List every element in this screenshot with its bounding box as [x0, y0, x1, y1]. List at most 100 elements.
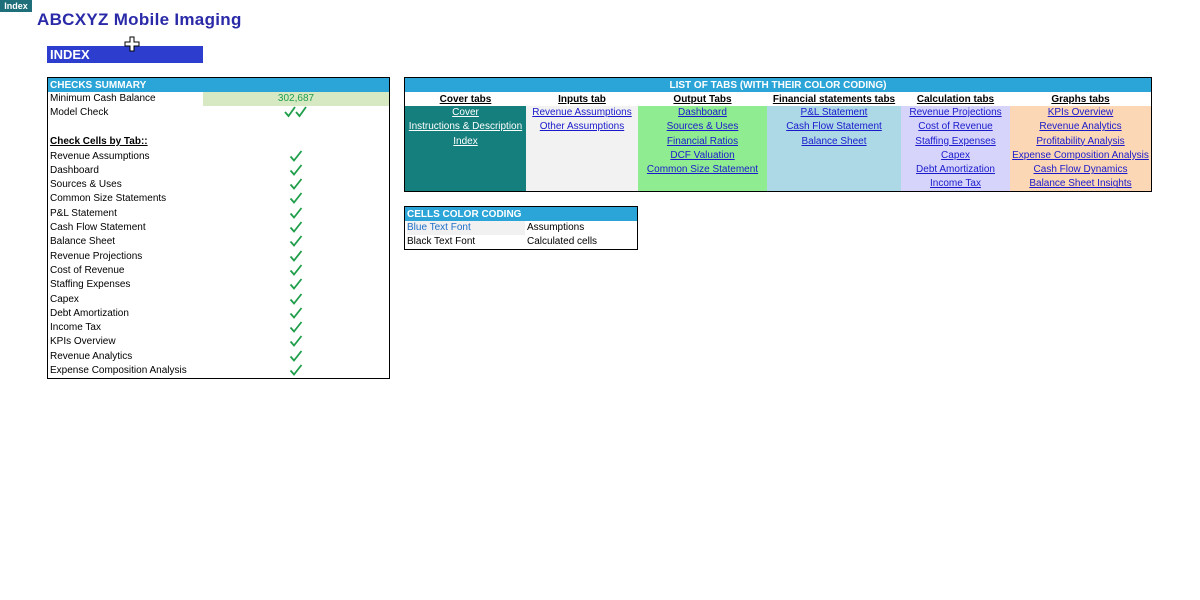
check-icon	[289, 278, 303, 291]
check-icon	[289, 335, 303, 348]
min-cash-value[interactable]: 302,687	[203, 92, 389, 106]
tab-link[interactable]: Balance Sheet Insights	[1010, 177, 1151, 191]
tabs-list-header: LIST OF TABS (WITH THEIR COLOR CODING)	[405, 78, 1151, 92]
check-item-label: Sources & Uses	[50, 179, 122, 191]
tab-link[interactable]: Revenue Projections	[901, 106, 1010, 120]
tab-link[interactable]: Other Assumptions	[526, 120, 638, 134]
tab-link[interactable]: Cash Flow Statement	[767, 120, 901, 134]
tab-column-body: Dashboard Sources & Uses Financial Ratios D…	[638, 106, 767, 191]
tab-link[interactable]: Financial Ratios	[638, 135, 767, 149]
check-icon	[289, 292, 303, 305]
check-item-label: P&L Statement	[50, 207, 117, 219]
check-item-label: Expense Composition Analysis	[50, 365, 187, 376]
checks-summary-panel: CHECKS SUMMARY Minimum Cash Balance 302,…	[47, 77, 390, 379]
model-check-label: Model Check	[50, 107, 109, 119]
crosshair-cursor-icon	[124, 36, 140, 52]
check-item-row: Staffing Expenses	[48, 278, 389, 292]
check-item-row: KPIs Overview	[48, 335, 389, 349]
check-item-row: Dashboard	[48, 164, 389, 178]
tab-link[interactable]: Expense Composition Analysis	[1010, 149, 1151, 163]
min-cash-row: Minimum Cash Balance 302,687	[48, 92, 389, 106]
tab-link[interactable]: Balance Sheet	[767, 135, 901, 149]
tab-column-title: Output Tabs	[638, 92, 767, 106]
check-icon	[289, 164, 303, 176]
tab-column-title: Graphs tabs	[1010, 92, 1151, 106]
tab-link[interactable]: KPIs Overview	[1010, 106, 1151, 120]
check-item-label: KPIs Overview	[50, 336, 116, 348]
check-item-row: Income Tax	[48, 321, 389, 335]
model-check-row: Model Check	[48, 106, 389, 120]
color-coding-row: Blue Text Font Assumptions	[405, 221, 637, 235]
check-item-label: Common Size Statements	[50, 193, 167, 205]
tab-link[interactable]: Cash Flow Dynamics	[1010, 163, 1151, 177]
check-by-tab-heading-row: Check Cells by Tab::	[48, 135, 389, 149]
checks-summary-header: CHECKS SUMMARY	[48, 78, 389, 92]
check-item-label: Cost of Revenue	[50, 264, 125, 276]
color-coding-value: Assumptions	[527, 222, 585, 233]
color-coding-key: Blue Text Font	[407, 221, 525, 235]
tab-column-body: KPIs Overview Revenue Analytics Profitabil…	[1010, 106, 1151, 191]
check-item-row: Common Size Statements	[48, 192, 389, 206]
check-item-label: Capex	[50, 293, 79, 305]
tab-column-body: Revenue Assumptions Other Assumptions	[526, 106, 638, 191]
check-by-tab-heading: Check Cells by Tab::	[50, 136, 148, 147]
tab-link[interactable]: DCF Valuation	[638, 149, 767, 163]
color-coding-header: CELLS COLOR CODING	[405, 207, 637, 221]
check-item-label: Balance Sheet	[50, 236, 116, 248]
tab-column-title: Financial statements tabs	[767, 92, 901, 106]
check-icon	[289, 235, 303, 248]
color-coding-key: Black Text Font	[407, 236, 476, 247]
tab-column: Graphs tabs KPIs Overview Revenue Analytic…	[1010, 92, 1151, 191]
tab-column-body: Revenue Projections Cost of Revenue Staffi…	[901, 106, 1010, 191]
check-item-row: Revenue Projections	[48, 250, 389, 264]
check-item-row: Balance Sheet	[48, 235, 389, 249]
tab-column-title: Calculation tabs	[901, 92, 1010, 106]
check-icon	[289, 192, 303, 205]
tab-column: Output Tabs Dashboard Sources & Uses Financ…	[638, 92, 767, 191]
check-item-row: Cash Flow Statement	[48, 221, 389, 235]
tab-link[interactable]: Common Size Statement	[638, 163, 767, 177]
check-item-row: Expense Composition Analysis	[48, 364, 389, 378]
tab-link[interactable]: Income Tax	[901, 177, 1010, 191]
check-item-label: Staffing Expenses	[50, 279, 131, 291]
check-item-label: Revenue Analytics	[50, 350, 133, 362]
check-icon	[289, 264, 303, 276]
check-item-label: Dashboard	[50, 164, 99, 176]
check-item-row: Debt Amortization	[48, 307, 389, 321]
tab-link[interactable]: Dashboard	[638, 106, 767, 120]
tab-link[interactable]: Index	[405, 135, 526, 149]
tab-column: Financial statements tabs P&L Statement Ca…	[767, 92, 901, 191]
check-item-label: Debt Amortization	[50, 307, 129, 319]
tab-column-title: Cover tabs	[405, 92, 526, 106]
tab-link[interactable]: P&L Statement	[767, 106, 901, 120]
check-icon	[289, 307, 303, 319]
tab-link[interactable]: Revenue Assumptions	[526, 106, 638, 120]
sheet-tab-index[interactable]: Index	[0, 0, 32, 12]
check-item-row: P&L Statement	[48, 207, 389, 221]
company-title: ABCXYZ Mobile Imaging	[37, 10, 242, 29]
tab-column-title: Inputs tab	[526, 92, 638, 106]
tab-link[interactable]: Revenue Analytics	[1010, 120, 1151, 134]
check-item-row: Capex	[48, 292, 389, 307]
tab-link[interactable]: Staffing Expenses	[901, 135, 1010, 149]
tab-link[interactable]: Profitability Analysis	[1010, 135, 1151, 149]
check-item-label: Cash Flow Statement	[50, 222, 146, 233]
tab-column: Inputs tab Revenue Assumptions Other Assum…	[526, 92, 638, 191]
tab-link[interactable]: Instructions & Description	[405, 120, 526, 134]
check-icon	[289, 321, 303, 334]
tab-link[interactable]: Cost of Revenue	[901, 120, 1010, 134]
check-icon	[289, 178, 303, 191]
color-coding-panel: CELLS COLOR CODING Blue Text Font Assump…	[404, 206, 638, 250]
check-icon	[289, 364, 303, 376]
check-item-row: Revenue Analytics	[48, 350, 389, 364]
check-icon	[289, 350, 303, 362]
tab-link[interactable]: Capex	[901, 149, 1010, 163]
tab-link[interactable]: Debt Amortization	[901, 163, 1010, 177]
check-item-label: Revenue Projections	[50, 250, 143, 262]
check-icon	[289, 221, 303, 233]
tab-link[interactable]: Sources & Uses	[638, 120, 767, 134]
color-coding-row: Black Text Font Calculated cells	[405, 235, 637, 249]
tab-column-body: P&L Statement Cash Flow Statement Balance …	[767, 106, 901, 191]
tab-column-body: Cover Instructions & Description Index	[405, 106, 526, 191]
tab-link[interactable]: Cover	[405, 106, 526, 120]
